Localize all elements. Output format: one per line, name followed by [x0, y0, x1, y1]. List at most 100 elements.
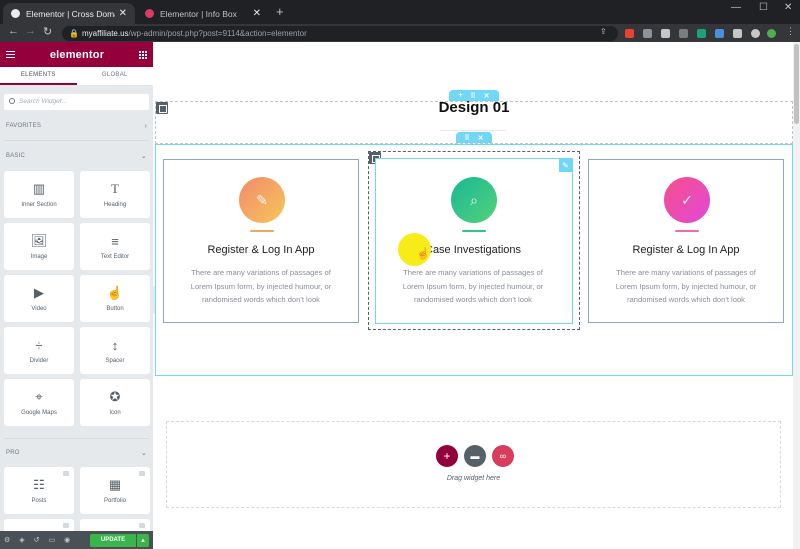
hand-cursor-icon: ☝	[416, 248, 430, 260]
reload-button[interactable]: ↻	[43, 25, 52, 38]
elementor-favicon-icon	[145, 9, 154, 18]
lock-icon	[63, 471, 69, 476]
back-button[interactable]: ←	[8, 25, 19, 37]
settings-icon[interactable]: ⚙	[4, 536, 10, 544]
profile-icon[interactable]	[751, 29, 760, 38]
widget-button[interactable]: ☝ Button	[80, 275, 150, 322]
new-tab-button[interactable]: +	[276, 4, 284, 19]
update-button[interactable]: UPDATE	[90, 534, 136, 547]
cross-domain-paste-button[interactable]: ∞	[492, 445, 514, 467]
puzzle-icon[interactable]	[733, 29, 742, 38]
tab-close-icon[interactable]: ✕	[253, 8, 261, 19]
canvas-scrollbar[interactable]	[793, 42, 800, 549]
extension-icon[interactable]	[697, 29, 706, 38]
posts-icon: ☷	[33, 477, 45, 492]
card-description: There are many variations of passages of…	[190, 268, 332, 304]
chevron-down-icon: ⌄	[140, 153, 147, 160]
info-box-card[interactable]: ✎ Register & Log In App There are many v…	[163, 159, 359, 323]
browser-tab[interactable]: Elementor | Info Box ✕	[137, 3, 269, 24]
widget-inner-section[interactable]: ▥ Inner Section	[4, 171, 74, 218]
tab-title: Elementor | Info Box	[160, 8, 237, 19]
columns-icon: ▥	[32, 181, 46, 196]
video-icon: ▶	[34, 285, 44, 300]
minimize-button[interactable]: —	[731, 2, 741, 13]
address-bar-row: ← → ↻ 🔒 myaffiliate.us/wp-admin/post.php…	[0, 24, 800, 42]
widget-label: Google Maps	[21, 410, 57, 416]
browser-tab-bar: Elementor | Cross Domain Copy Pa ✕ Eleme…	[0, 0, 800, 24]
category-basic[interactable]: BASIC ⌄	[0, 150, 153, 162]
check-icon: ✓	[664, 177, 710, 223]
widget-text-editor[interactable]: ≡ Text Editor	[80, 223, 150, 270]
url-bar[interactable]: 🔒 myaffiliate.us/wp-admin/post.php?post=…	[62, 26, 618, 41]
spacer-icon: ↕	[111, 337, 119, 353]
category-favorites[interactable]: FAVORITES ›	[0, 120, 153, 132]
category-label: BASIC	[6, 153, 26, 159]
extension-icon[interactable]	[661, 29, 670, 38]
widget-label: Divider	[29, 358, 49, 364]
close-window-button[interactable]: ✕	[784, 2, 792, 13]
widget-icon[interactable]: ✪ Icon	[80, 379, 150, 426]
widget-heading[interactable]: T Heading	[80, 171, 150, 218]
browser-tab-active[interactable]: Elementor | Cross Domain Copy Pa ✕	[3, 3, 135, 24]
widget-portfolio[interactable]: ▦ Portfolio	[80, 467, 150, 514]
tab-elements[interactable]: ELEMENTS	[0, 67, 77, 85]
avatar[interactable]	[767, 29, 776, 38]
widget-label: Text Editor	[100, 254, 130, 260]
extension-icon[interactable]	[625, 29, 634, 38]
delete-section-icon[interactable]: ✕	[478, 134, 484, 142]
card-underline	[250, 230, 274, 232]
category-pro[interactable]: PRO ⌄	[0, 447, 153, 459]
maximize-button[interactable]: ☐	[759, 2, 768, 13]
divider-icon: ÷	[35, 337, 43, 353]
extension-icon[interactable]	[679, 29, 688, 38]
widget-divider[interactable]: ÷ Divider	[4, 327, 74, 374]
map-icon: ⌖	[35, 389, 43, 404]
widget-label: Portfolio	[103, 498, 126, 504]
forward-button[interactable]: →	[25, 25, 36, 37]
widget-label: Inner Section	[21, 202, 57, 208]
menu-icon[interactable]: ⋮	[786, 26, 795, 37]
lock-icon	[139, 471, 145, 476]
widget-google-maps[interactable]: ⌖ Google Maps	[4, 379, 74, 426]
section-handle[interactable]: ⠿ ✕	[456, 132, 492, 143]
extension-icon[interactable]	[715, 29, 724, 38]
share-icon[interactable]: ⇪	[600, 27, 609, 36]
search-widget-input[interactable]: Search Widget...	[4, 94, 149, 110]
heading-icon: T	[111, 181, 119, 196]
tab-close-icon[interactable]: ✕	[119, 8, 127, 19]
category-label: FAVORITES	[6, 123, 42, 129]
update-options-button[interactable]: ▴	[137, 534, 149, 547]
url-path: /wp-admin/post.php?post=9114&action=elem…	[128, 29, 307, 38]
chevron-right-icon: ›	[144, 122, 147, 130]
navigator-icon[interactable]: ◈	[19, 536, 24, 544]
history-icon[interactable]: ↺	[34, 536, 40, 544]
add-section-icon[interactable]: +	[458, 92, 462, 99]
hamburger-menu-icon[interactable]	[6, 51, 15, 58]
page-title: Design 01	[438, 99, 510, 116]
search-icon	[9, 98, 15, 104]
widget-label: Icon	[109, 410, 121, 416]
panel-footer: ⚙ ◈ ↺ ▭ ◉ UPDATE ▴	[0, 531, 153, 549]
lock-icon	[63, 523, 69, 528]
scrollbar-thumb[interactable]	[794, 44, 799, 124]
edit-widget-icon[interactable]: ✎	[559, 159, 572, 172]
widget-video[interactable]: ▶ Video	[4, 275, 74, 322]
lock-icon: 🔒	[69, 29, 79, 38]
widgets-grid-icon[interactable]	[139, 50, 147, 59]
widget-image[interactable]: 🖼 Image	[4, 223, 74, 270]
widget-label: Image	[30, 254, 48, 260]
category-label: PRO	[6, 450, 20, 456]
add-template-button[interactable]: ▬	[464, 445, 486, 467]
card-title: Register & Log In App	[632, 244, 740, 256]
widget-spacer[interactable]: ↕ Spacer	[80, 327, 150, 374]
add-section-button[interactable]: +	[436, 445, 458, 467]
preview-icon[interactable]: ◉	[64, 536, 70, 544]
search-placeholder: Search Widget...	[19, 98, 67, 105]
widget-posts[interactable]: ☷ Posts	[4, 467, 74, 514]
tab-global[interactable]: GLOBAL	[77, 67, 154, 85]
extension-icon[interactable]	[643, 29, 652, 38]
responsive-icon[interactable]: ▭	[49, 536, 56, 544]
drag-widget-hint: Drag widget here	[446, 475, 501, 482]
drag-handle-icon[interactable]: ⠿	[464, 134, 469, 142]
info-box-card[interactable]: ✓ Register & Log In App There are many v…	[588, 159, 784, 323]
